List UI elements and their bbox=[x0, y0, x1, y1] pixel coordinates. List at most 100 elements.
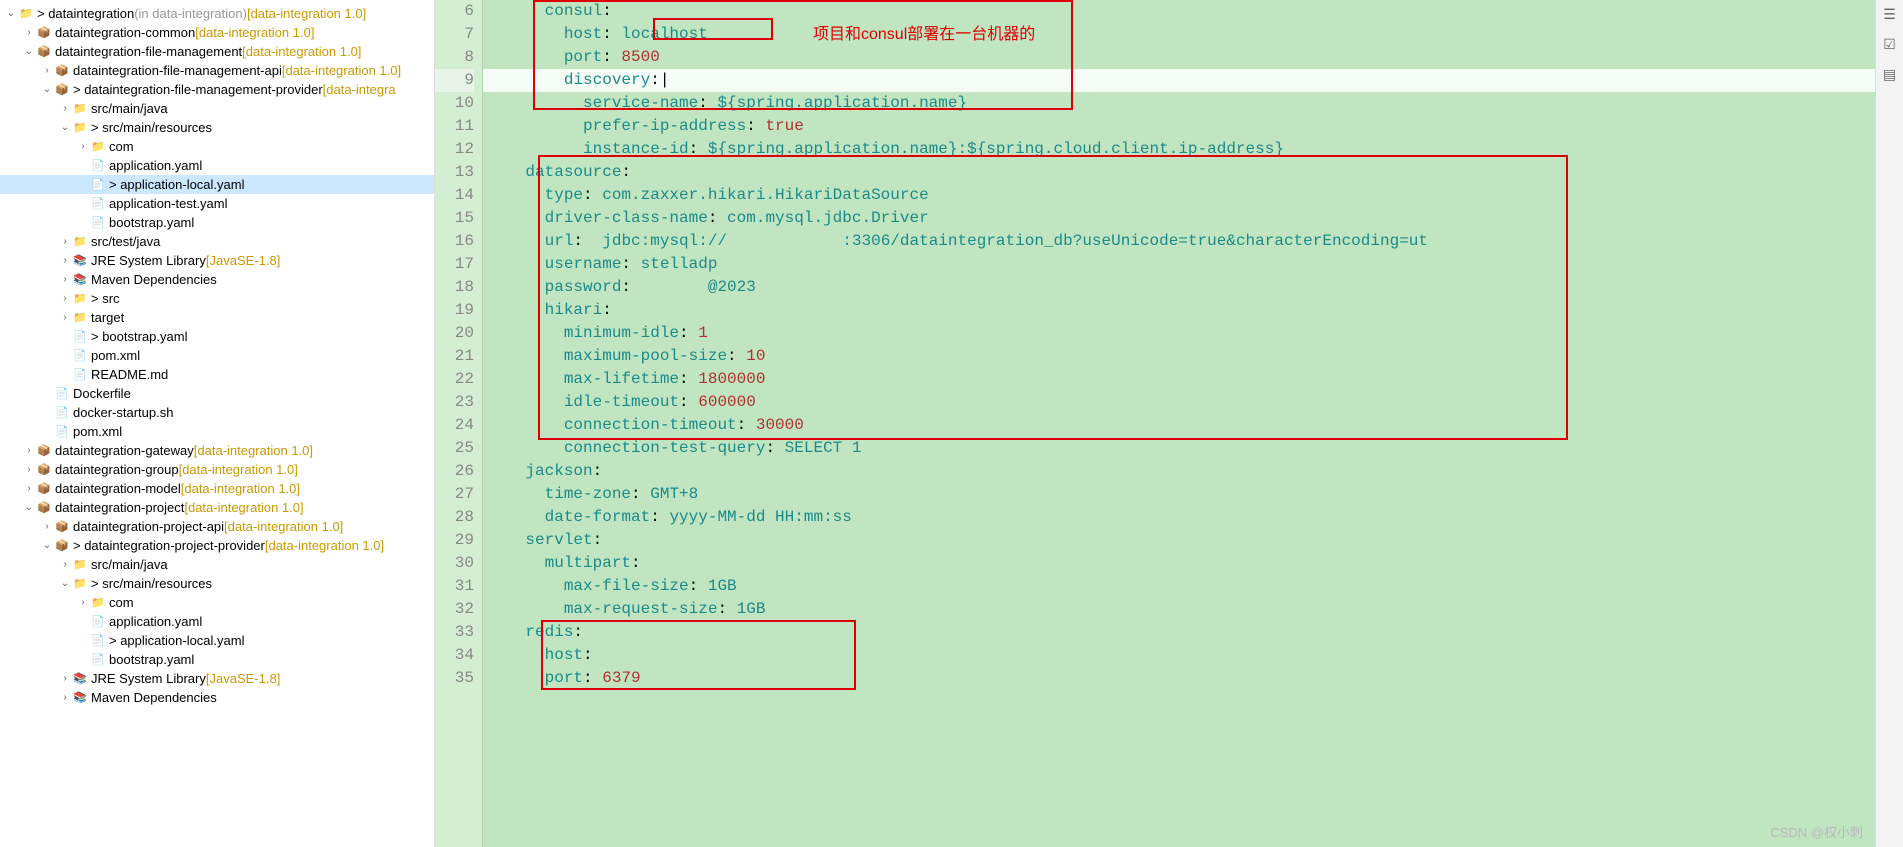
tree-item[interactable]: 📚Maven Dependencies bbox=[0, 688, 434, 707]
tree-item[interactable]: 📚Maven Dependencies bbox=[0, 270, 434, 289]
tree-item[interactable]: 📁src/test/java bbox=[0, 232, 434, 251]
tree-item[interactable]: 📄> bootstrap.yaml bbox=[0, 327, 434, 346]
tree-arrow-icon[interactable] bbox=[76, 141, 90, 152]
tree-arrow-icon[interactable] bbox=[22, 46, 36, 57]
code-line[interactable]: connection-timeout: 30000 bbox=[483, 414, 1875, 437]
tree-arrow-icon[interactable] bbox=[40, 540, 54, 551]
tree-item[interactable]: 📦dataintegration-common [data-integratio… bbox=[0, 23, 434, 42]
outline-icon[interactable]: ☰ bbox=[1880, 6, 1900, 26]
tree-item[interactable]: 📁com bbox=[0, 137, 434, 156]
code-line[interactable]: instance-id: ${spring.application.name}:… bbox=[483, 138, 1875, 161]
code-line[interactable]: host: bbox=[483, 644, 1875, 667]
tree-item[interactable]: 📄application-test.yaml bbox=[0, 194, 434, 213]
folder-icon: 📁 bbox=[72, 291, 88, 307]
code-line[interactable]: max-file-size: 1GB bbox=[483, 575, 1875, 598]
tree-arrow-icon[interactable] bbox=[58, 103, 72, 114]
code-editor[interactable]: 6789101112131415161718192021222324252627… bbox=[435, 0, 1875, 847]
tree-arrow-icon[interactable] bbox=[58, 692, 72, 703]
tree-arrow-icon[interactable] bbox=[58, 673, 72, 684]
code-line[interactable]: type: com.zaxxer.hikari.HikariDataSource bbox=[483, 184, 1875, 207]
code-area[interactable]: 项目和consul部署在一台机器的 consul: host: localhos… bbox=[483, 0, 1875, 847]
tree-item[interactable]: 📦dataintegration-file-management [data-i… bbox=[0, 42, 434, 61]
code-line[interactable]: port: 8500 bbox=[483, 46, 1875, 69]
tree-item[interactable]: 📄bootstrap.yaml bbox=[0, 650, 434, 669]
code-line[interactable]: service-name: ${spring.application.name} bbox=[483, 92, 1875, 115]
tree-arrow-icon[interactable] bbox=[58, 255, 72, 266]
tree-arrow-icon[interactable] bbox=[40, 84, 54, 95]
tree-arrow-icon[interactable] bbox=[22, 445, 36, 456]
code-line[interactable]: username: stelladp bbox=[483, 253, 1875, 276]
tree-item[interactable]: 📄> application-local.yaml bbox=[0, 631, 434, 650]
code-line[interactable]: password: @2023 bbox=[483, 276, 1875, 299]
tree-item[interactable]: 📦dataintegration-file-management-api [da… bbox=[0, 61, 434, 80]
tree-item[interactable]: 📦dataintegration-gateway [data-integrati… bbox=[0, 441, 434, 460]
tree-item[interactable]: 📄pom.xml bbox=[0, 422, 434, 441]
tree-arrow-icon[interactable] bbox=[58, 312, 72, 323]
tree-item[interactable]: 📄Dockerfile bbox=[0, 384, 434, 403]
tree-item[interactable]: 📄application.yaml bbox=[0, 156, 434, 175]
tree-arrow-icon[interactable] bbox=[76, 597, 90, 608]
tree-item[interactable]: 📄README.md bbox=[0, 365, 434, 384]
tree-item[interactable]: 📁> src/main/resources bbox=[0, 574, 434, 593]
project-explorer[interactable]: 📁> dataintegration (in data-integration)… bbox=[0, 0, 435, 847]
code-line[interactable]: max-lifetime: 1800000 bbox=[483, 368, 1875, 391]
tree-item[interactable]: 📦dataintegration-project [data-integrati… bbox=[0, 498, 434, 517]
code-line[interactable]: datasource: bbox=[483, 161, 1875, 184]
tree-item[interactable]: 📄application.yaml bbox=[0, 612, 434, 631]
tree-arrow-icon[interactable] bbox=[58, 236, 72, 247]
tree-item[interactable]: 📦dataintegration-model [data-integration… bbox=[0, 479, 434, 498]
tree-arrow-icon[interactable] bbox=[22, 502, 36, 513]
code-line[interactable]: driver-class-name: com.mysql.jdbc.Driver bbox=[483, 207, 1875, 230]
tree-item[interactable]: 📁> dataintegration (in data-integration)… bbox=[0, 4, 434, 23]
tree-item[interactable]: 📚JRE System Library [JavaSE-1.8] bbox=[0, 669, 434, 688]
tree-item[interactable]: 📦dataintegration-group [data-integration… bbox=[0, 460, 434, 479]
tree-item[interactable]: 📁> src bbox=[0, 289, 434, 308]
tree-item[interactable]: 📄pom.xml bbox=[0, 346, 434, 365]
tree-arrow-icon[interactable] bbox=[22, 483, 36, 494]
code-line[interactable]: date-format: yyyy-MM-dd HH:mm:ss bbox=[483, 506, 1875, 529]
tree-item[interactable]: 📦dataintegration-project-api [data-integ… bbox=[0, 517, 434, 536]
tree-arrow-icon[interactable] bbox=[40, 521, 54, 532]
tree-item[interactable]: 📁com bbox=[0, 593, 434, 612]
code-line[interactable]: discovery:| bbox=[483, 69, 1875, 92]
tree-arrow-icon[interactable] bbox=[58, 274, 72, 285]
code-line[interactable]: url: jdbc:mysql:// :3306/dataintegration… bbox=[483, 230, 1875, 253]
tree-arrow-icon[interactable] bbox=[22, 27, 36, 38]
tree-item[interactable]: 📄bootstrap.yaml bbox=[0, 213, 434, 232]
tree-arrow-icon[interactable] bbox=[58, 578, 72, 589]
code-line[interactable]: idle-timeout: 600000 bbox=[483, 391, 1875, 414]
tree-arrow-icon[interactable] bbox=[22, 464, 36, 475]
tree-arrow-icon[interactable] bbox=[40, 65, 54, 76]
tree-arrow-icon[interactable] bbox=[4, 8, 18, 19]
code-line[interactable]: minimum-idle: 1 bbox=[483, 322, 1875, 345]
tree-arrow-icon[interactable] bbox=[58, 122, 72, 133]
tree-item[interactable]: 📦> dataintegration-project-provider [dat… bbox=[0, 536, 434, 555]
minimap-icon[interactable]: ▤ bbox=[1880, 66, 1900, 86]
code-line[interactable]: hikari: bbox=[483, 299, 1875, 322]
tree-item[interactable]: 📁src/main/java bbox=[0, 99, 434, 118]
tree-arrow-icon[interactable] bbox=[58, 559, 72, 570]
code-line[interactable]: time-zone: GMT+8 bbox=[483, 483, 1875, 506]
code-line[interactable]: redis: bbox=[483, 621, 1875, 644]
task-icon[interactable]: ☑ bbox=[1880, 36, 1900, 56]
tree-label: application.yaml bbox=[109, 158, 202, 173]
tree-item[interactable]: 📁src/main/java bbox=[0, 555, 434, 574]
tree-item[interactable]: 📄> application-local.yaml bbox=[0, 175, 434, 194]
code-line[interactable]: maximum-pool-size: 10 bbox=[483, 345, 1875, 368]
tree-item[interactable]: 📚JRE System Library [JavaSE-1.8] bbox=[0, 251, 434, 270]
code-line[interactable]: max-request-size: 1GB bbox=[483, 598, 1875, 621]
code-line[interactable]: host: localhost bbox=[483, 23, 1875, 46]
code-line[interactable]: multipart: bbox=[483, 552, 1875, 575]
tree-item[interactable]: 📦> dataintegration-file-management-provi… bbox=[0, 80, 434, 99]
tree-item[interactable]: 📁> src/main/resources bbox=[0, 118, 434, 137]
code-line[interactable]: connection-test-query: SELECT 1 bbox=[483, 437, 1875, 460]
code-line[interactable]: jackson: bbox=[483, 460, 1875, 483]
tree-item[interactable]: 📄docker-startup.sh bbox=[0, 403, 434, 422]
code-line[interactable]: prefer-ip-address: true bbox=[483, 115, 1875, 138]
code-line[interactable]: consul: bbox=[483, 0, 1875, 23]
yaml-icon: 📄 bbox=[90, 633, 106, 649]
tree-arrow-icon[interactable] bbox=[58, 293, 72, 304]
code-line[interactable]: servlet: bbox=[483, 529, 1875, 552]
tree-item[interactable]: 📁target bbox=[0, 308, 434, 327]
code-line[interactable]: port: 6379 bbox=[483, 667, 1875, 690]
